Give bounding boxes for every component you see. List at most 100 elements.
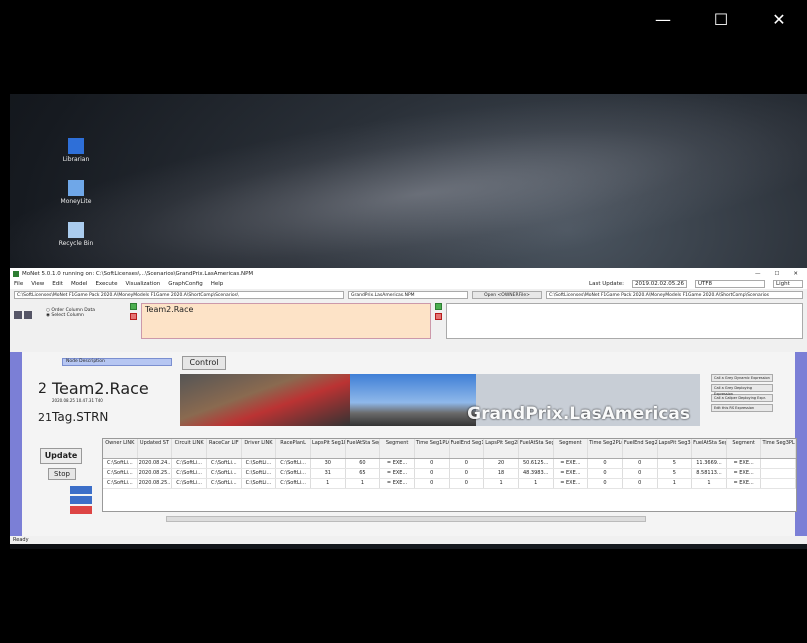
nav-up-icon[interactable] — [70, 486, 92, 494]
grid-col-header[interactable]: Driver LINK — [242, 439, 277, 458]
table-cell[interactable]: 60 — [346, 459, 381, 468]
nav-down-icon[interactable] — [70, 496, 92, 504]
table-cell[interactable]: C:\SoftLi... — [207, 459, 242, 468]
table-cell[interactable]: 20 — [484, 459, 519, 468]
table-cell[interactable]: 0 — [450, 479, 485, 488]
table-cell[interactable]: 0 — [415, 469, 450, 478]
table-cell[interactable]: C:\SoftLi... — [103, 479, 138, 488]
table-cell[interactable]: C:\SoftLi... — [242, 479, 277, 488]
table-cell[interactable]: 30 — [311, 459, 346, 468]
list-view-icon[interactable] — [24, 311, 32, 319]
table-cell[interactable]: 1 — [692, 479, 727, 488]
table-cell[interactable]: = EXE... — [554, 459, 589, 468]
table-cell[interactable]: C:\SoftLi... — [276, 469, 311, 478]
table-cell[interactable]: 0 — [623, 479, 658, 488]
grid-col-header[interactable]: LapsPit Seg3Ih — [658, 439, 693, 458]
desktop-icon-librarian[interactable]: Librarian — [52, 138, 100, 163]
table-cell[interactable]: 0 — [415, 459, 450, 468]
grid-col-header[interactable]: FuelAtSta Seg2PLC — [519, 439, 554, 458]
table-cell[interactable]: C:\SoftLi... — [276, 479, 311, 488]
grid-col-header[interactable]: FuelEnd Seg1PLC — [450, 439, 485, 458]
notes-pane[interactable] — [446, 303, 803, 339]
remove-icon[interactable] — [130, 313, 137, 320]
grid-col-header[interactable]: LapsPit Seg1Ih — [311, 439, 346, 458]
menu-model[interactable]: Model — [71, 281, 88, 287]
table-cell[interactable]: 0 — [450, 469, 485, 478]
desktop-icon-recycle-bin[interactable]: Recycle Bin — [52, 222, 100, 247]
table-cell[interactable]: 1 — [346, 479, 381, 488]
grid-col-header[interactable]: LapsPit Seg2Ih — [484, 439, 519, 458]
minimize-icon[interactable]: — — [653, 10, 673, 29]
table-cell[interactable]: C:\SoftLi... — [276, 459, 311, 468]
right-path-field[interactable]: C:\SoftLicenses\MoNet F1Game Pack 2020.A… — [546, 291, 803, 299]
app-minimize-icon[interactable]: — — [755, 271, 761, 277]
table-cell[interactable]: C:\SoftLi... — [103, 469, 138, 478]
table-cell[interactable]: 50.6125... — [519, 459, 554, 468]
table-cell[interactable]: 0 — [415, 479, 450, 488]
grid-col-header[interactable]: FuelEnd Seg2PLC — [623, 439, 658, 458]
desktop-icon-moneylite[interactable]: MoneyLite — [52, 180, 100, 205]
table-cell[interactable]: C:\SoftLi... — [172, 469, 207, 478]
table-cell[interactable]: 1 — [658, 479, 693, 488]
theme-select[interactable]: Light — [773, 280, 803, 288]
table-cell[interactable]: = EXE... — [380, 479, 415, 488]
table-cell[interactable]: 5 — [658, 469, 693, 478]
table-cell[interactable]: C:\SoftLi... — [207, 479, 242, 488]
table-cell[interactable]: C:\SoftLi... — [172, 459, 207, 468]
open-owner-button[interactable]: Open <OWNERFile> — [472, 291, 542, 299]
table-cell[interactable]: 0 — [623, 469, 658, 478]
table-cell[interactable]: 2020.08.24... — [138, 459, 173, 468]
table-cell[interactable]: C:\SoftLi... — [242, 459, 277, 468]
table-cell[interactable]: C:\SoftLi... — [207, 469, 242, 478]
menu-file[interactable]: File — [14, 281, 23, 287]
menu-view[interactable]: View — [31, 281, 44, 287]
table-cell[interactable]: = EXE... — [554, 479, 589, 488]
grid-col-header[interactable]: Segment — [554, 439, 589, 458]
grid-col-header[interactable]: RaceCar LIF — [207, 439, 242, 458]
app-close-icon[interactable]: ✕ — [793, 271, 798, 277]
table-row[interactable]: C:\SoftLi... 2020.08.25... C:\SoftLi... C:\… — [103, 469, 796, 479]
close-icon[interactable]: ✕ — [769, 10, 789, 29]
table-cell[interactable]: 5 — [658, 459, 693, 468]
grid-col-header[interactable]: Updated ST — [138, 439, 173, 458]
table-cell[interactable]: = EXE... — [380, 459, 415, 468]
grid-col-header[interactable]: Time Seg1PLC — [415, 439, 450, 458]
table-cell[interactable] — [761, 479, 796, 488]
add-icon[interactable] — [130, 303, 137, 310]
grid-col-header[interactable]: Time Seg3PLC — [761, 439, 796, 458]
table-cell[interactable]: 11.3669... — [692, 459, 727, 468]
menu-edit[interactable]: Edit — [52, 281, 63, 287]
table-cell[interactable]: C:\SoftLi... — [103, 459, 138, 468]
stop-button[interactable]: Stop — [48, 468, 76, 480]
table-cell[interactable]: 1 — [484, 479, 519, 488]
table-cell[interactable]: = EXE... — [727, 479, 762, 488]
encoding-select[interactable]: UTF8 — [695, 280, 765, 288]
expr-button-caliper[interactable]: Call a Caliper Deploying Expr. — [711, 394, 773, 402]
remove-icon[interactable] — [435, 313, 442, 320]
table-cell[interactable]: 1 — [519, 479, 554, 488]
table-cell[interactable]: 48.3983... — [519, 469, 554, 478]
table-cell[interactable]: 65 — [346, 469, 381, 478]
node-description-field[interactable]: Node Description — [62, 358, 172, 366]
control-button[interactable]: Control — [182, 356, 226, 370]
npm-file-field[interactable]: GrandPrix.LasAmericas.NPM — [348, 291, 468, 299]
grid-col-header[interactable]: Segment — [727, 439, 762, 458]
column-option-select[interactable]: ◉ Select Column — [46, 313, 126, 318]
table-cell[interactable] — [761, 469, 796, 478]
expr-button-deploying[interactable]: Call a Grey Deploying Expression — [711, 384, 773, 396]
table-cell[interactable]: 0 — [623, 459, 658, 468]
nav-delete-icon[interactable] — [70, 506, 92, 514]
grid-col-header[interactable]: RacePlanL — [276, 439, 311, 458]
grid-horizontal-scrollbar[interactable] — [166, 516, 646, 522]
table-cell[interactable]: 18 — [484, 469, 519, 478]
table-cell[interactable]: 1 — [311, 479, 346, 488]
table-cell[interactable]: C:\SoftLi... — [172, 479, 207, 488]
add-icon[interactable] — [435, 303, 442, 310]
table-cell[interactable]: 2020.08.25... — [138, 479, 173, 488]
table-cell[interactable]: C:\SoftLi... — [242, 469, 277, 478]
menu-graphconfig[interactable]: GraphConfig — [168, 281, 203, 287]
table-row[interactable]: C:\SoftLi... 2020.08.25... C:\SoftLi... C:\… — [103, 479, 796, 489]
menu-execute[interactable]: Execute — [95, 281, 117, 287]
table-cell[interactable]: 0 — [588, 469, 623, 478]
app-maximize-icon[interactable]: ☐ — [774, 271, 779, 277]
